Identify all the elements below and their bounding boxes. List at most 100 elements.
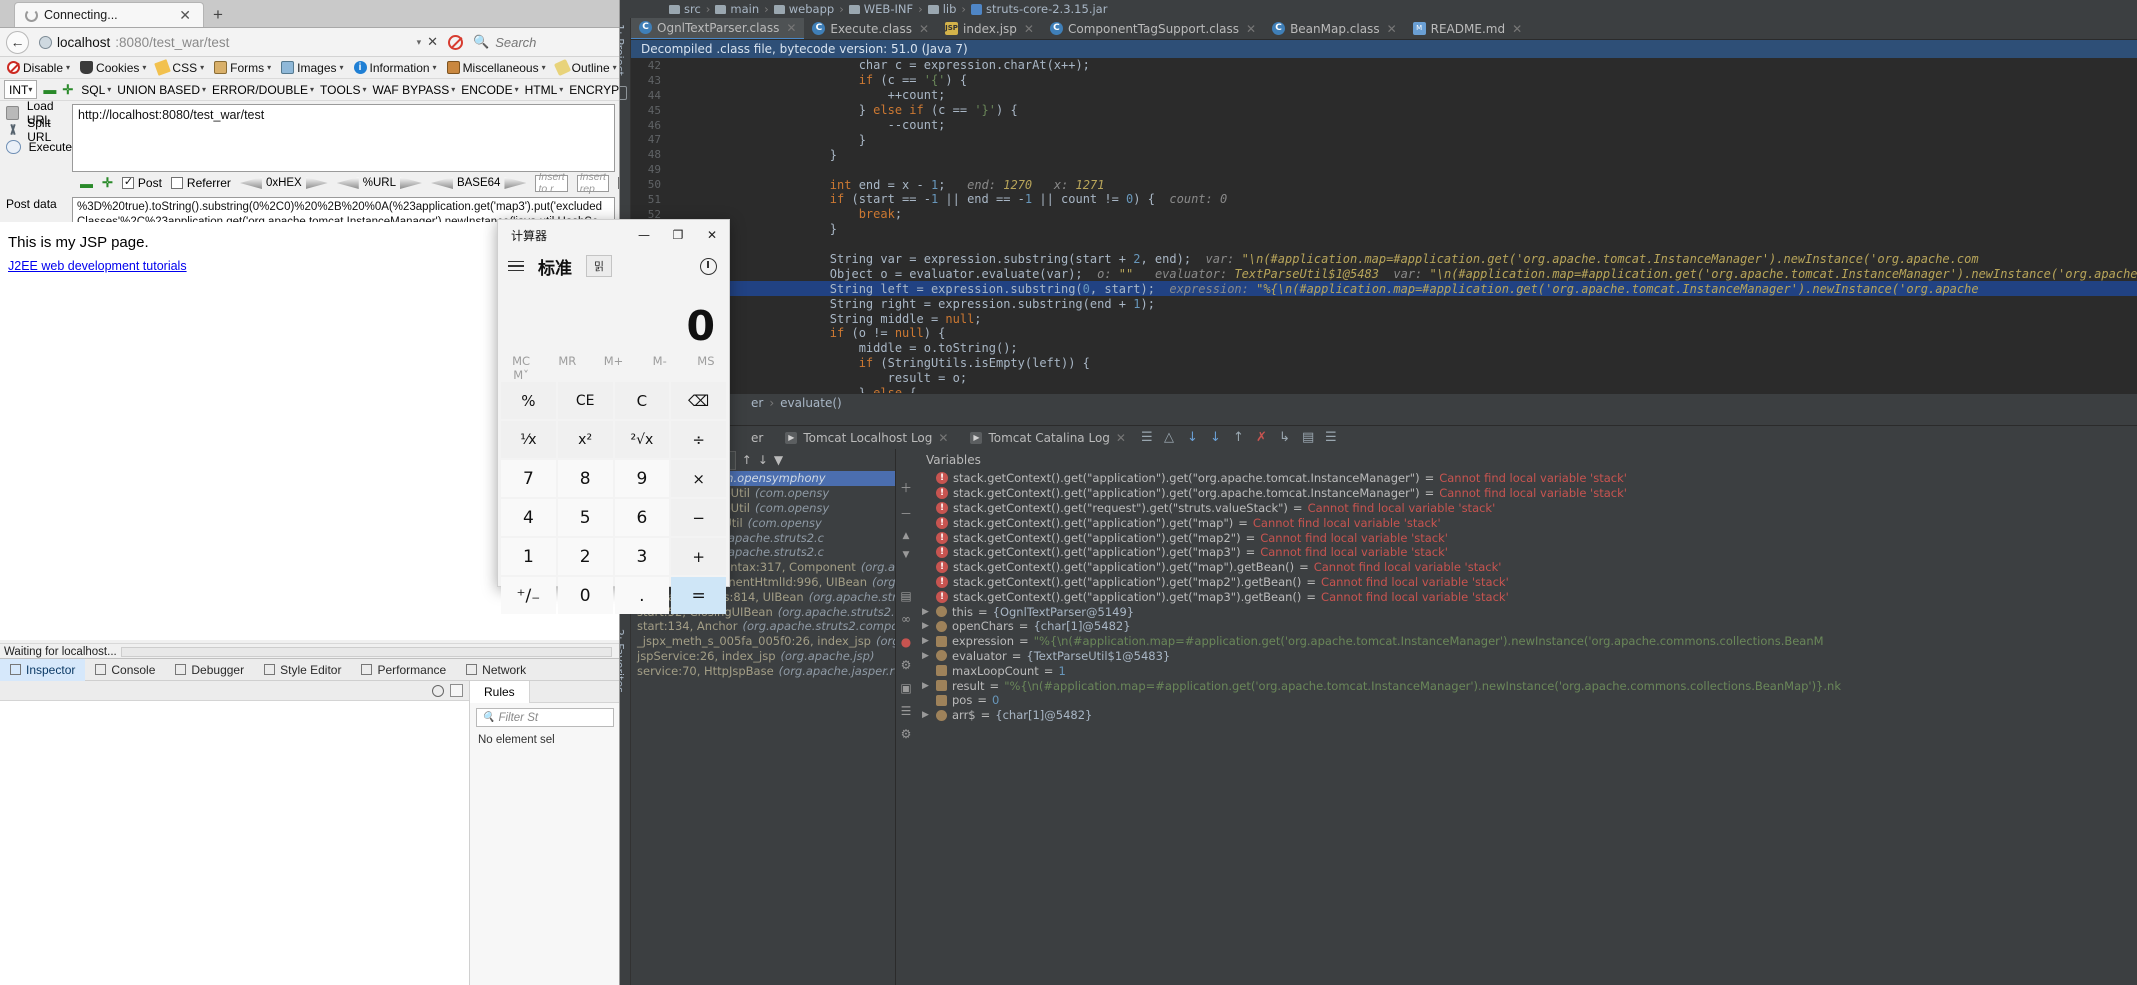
- code-line[interactable]: 48 }: [631, 147, 2137, 162]
- debug-tab-tomcat-localhost-log[interactable]: ▶ Tomcat Localhost Log ✕: [775, 431, 958, 445]
- editor-tab-execute-class[interactable]: C Execute.class ✕: [804, 18, 937, 39]
- editor-tab-beanmap-class[interactable]: C BeanMap.class ✕: [1264, 18, 1405, 39]
- code-line[interactable]: 59 String middle = null;: [631, 311, 2137, 326]
- memory-key-m[interactable]: M˅: [498, 368, 544, 382]
- gear2-icon[interactable]: ⚙: [901, 727, 912, 741]
- hackbar-url-input[interactable]: http://localhost:8080/test_war/test: [72, 104, 615, 172]
- calc-key-4[interactable]: 4: [501, 499, 556, 536]
- hackbar-menu-error-double[interactable]: ERROR/DOUBLE ▾: [210, 83, 316, 97]
- code-line[interactable]: 58 String right = expression.substring(e…: [631, 296, 2137, 311]
- code-line[interactable]: 54: [631, 237, 2137, 252]
- hackbar-toolbar[interactable]: INT ▾ ▬ ✛ SQL ▾ UNION BASED ▾ ERROR/DOUBLE ▾ T…: [0, 79, 619, 101]
- remove-watch-icon[interactable]: －: [900, 505, 912, 522]
- editor-tab-readme-md[interactable]: M README.md ✕: [1405, 18, 1531, 39]
- devtools-tab-performance[interactable]: Performance: [351, 659, 456, 681]
- hackbar-menu-sql[interactable]: SQL ▾: [79, 83, 113, 97]
- variable-row[interactable]: ! stack.getContext().get("request").get("…: [916, 501, 2137, 516]
- project-breadcrumb-item[interactable]: main: [715, 2, 759, 16]
- project-breadcrumb-item[interactable]: lib: [927, 2, 956, 16]
- calc-key-2[interactable]: 2: [557, 538, 613, 575]
- hackbar-menu-union-based[interactable]: UNION BASED ▾: [115, 83, 208, 97]
- calc-key-5[interactable]: 5: [557, 499, 613, 536]
- move-down-icon[interactable]: ▼: [903, 550, 910, 560]
- close-button[interactable]: ✕: [695, 220, 729, 250]
- variable-row[interactable]: ! stack.getContext().get("application").g…: [916, 545, 2137, 560]
- calc-key-x[interactable]: ⅟x: [501, 421, 556, 458]
- close-tab-icon[interactable]: ✕: [1116, 431, 1126, 445]
- memory-key-mc[interactable]: MC: [498, 354, 544, 368]
- expand-arrow-icon[interactable]: ▶: [922, 681, 931, 691]
- settings-icon[interactable]: ⚙: [901, 658, 912, 672]
- frame-row[interactable]: jspService:26, index_jsp (org.apache.jsp): [631, 649, 895, 664]
- memory-badge[interactable]: 밁: [586, 255, 612, 277]
- project-breadcrumb-item[interactable]: src: [669, 2, 701, 16]
- close-tab-icon[interactable]: ✕: [175, 7, 195, 24]
- variable-row[interactable]: pos = 0: [916, 693, 2137, 708]
- variable-row[interactable]: ! stack.getContext().get("application").g…: [916, 515, 2137, 530]
- hex-chip[interactable]: 0xHEX: [239, 177, 328, 189]
- tab-rules[interactable]: Rules: [470, 680, 530, 703]
- frame-row[interactable]: service:70, HttpJspBase (org.apache.jaspe…: [631, 663, 895, 678]
- add-watch-icon[interactable]: ＋: [900, 479, 912, 496]
- debug-toolbar-icon-1[interactable]: △: [1164, 430, 1179, 445]
- hamburger-icon[interactable]: [508, 260, 524, 272]
- editor-tab-bar[interactable]: C OgnlTextParser.class ✕ C Execute.class ✕ JSP…: [631, 18, 2137, 40]
- code-line[interactable]: 50 int end = x - 1; end: 1270 x: 1271: [631, 177, 2137, 192]
- editor-tab-componenttagsupport-class[interactable]: C ComponentTagSupport.class ✕: [1042, 18, 1264, 39]
- search-icon[interactable]: [432, 684, 444, 697]
- variable-row[interactable]: ▶ evaluator = {TextParseUtil$1@5483}: [916, 649, 2137, 664]
- calc-key-x[interactable]: ²√x: [614, 421, 670, 458]
- webdev-menu-images[interactable]: Images ▾: [276, 61, 348, 75]
- breadcrumb-method[interactable]: evaluate(): [780, 396, 842, 410]
- variable-row[interactable]: ! stack.getContext().get("application").g…: [916, 471, 2137, 486]
- browser-tab[interactable]: Connecting... ✕: [14, 2, 204, 27]
- insert-to-input[interactable]: Insert to r: [535, 171, 568, 195]
- rules-filter-input[interactable]: 🔍 Filter St: [476, 708, 614, 727]
- address-bar[interactable]: localhost :8080/test_war/test: [35, 31, 411, 53]
- new-tab-icon[interactable]: +: [204, 5, 232, 27]
- hackbar-menu-encode[interactable]: ENCODE ▾: [459, 83, 520, 97]
- code-line[interactable]: 64 } else {: [631, 386, 2137, 393]
- code-line[interactable]: 45 } else if (c == '}') {: [631, 103, 2137, 118]
- breadcrumb-class[interactable]: er: [751, 396, 763, 410]
- chip-left-arrow-icon[interactable]: [239, 177, 262, 189]
- variable-row[interactable]: ▶ result = "%{\n(#application.map=#applic…: [916, 678, 2137, 693]
- close-tab-icon[interactable]: ✕: [938, 431, 948, 445]
- execute-action[interactable]: Execute: [6, 138, 72, 155]
- move-up-icon[interactable]: ▲: [903, 531, 910, 541]
- calc-key-[interactable]: ×: [671, 460, 726, 497]
- calc-key-[interactable]: +: [671, 538, 726, 575]
- code-line[interactable]: 61 middle = o.toString();: [631, 341, 2137, 356]
- frame-row[interactable]: start:134, Anchor (org.apache.struts2.com…: [631, 619, 895, 634]
- variable-row[interactable]: ! stack.getContext().get("application").g…: [916, 530, 2137, 545]
- hackbar-menu-html[interactable]: HTML ▾: [523, 83, 566, 97]
- debug-toolbar-icon-8[interactable]: ☰: [1325, 430, 1340, 445]
- variable-row[interactable]: ▶ expression = "%{\n(#application.map=#ap…: [916, 634, 2137, 649]
- debug-toolbar-icon-6[interactable]: ↳: [1279, 430, 1294, 445]
- code-line[interactable]: 56 Object o = evaluator.evaluate(var); o…: [631, 266, 2137, 281]
- devtools-tab-bar[interactable]: Inspector Console Debugger Style Editor Perf…: [0, 658, 619, 681]
- variable-row[interactable]: ! stack.getContext().get("application").g…: [916, 589, 2137, 604]
- hackbar-menu-waf-bypass[interactable]: WAF BYPASS ▾: [371, 83, 458, 97]
- close-tab-icon[interactable]: ✕: [786, 21, 796, 35]
- debug-toolbar-icon-4[interactable]: ↑: [1233, 430, 1248, 445]
- memory-key-m[interactable]: M-: [637, 354, 683, 368]
- webdev-menu-outline[interactable]: Outline ▾: [551, 58, 619, 77]
- replace-checkbox[interactable]: Replace: [617, 176, 619, 190]
- maximize-button[interactable]: ❐: [661, 220, 695, 250]
- frame-up-icon[interactable]: ↑: [742, 453, 752, 467]
- debug-toolbar-icon-5[interactable]: ✗: [1256, 430, 1271, 445]
- code-line[interactable]: 47 }: [631, 132, 2137, 147]
- code-line[interactable]: 42 char c = expression.charAt(x++);: [631, 58, 2137, 73]
- chip-right-arrow-icon[interactable]: [305, 177, 328, 189]
- code-line[interactable]: 55 String var = expression.substring(sta…: [631, 252, 2137, 267]
- expand-arrow-icon[interactable]: ▶: [922, 710, 931, 720]
- calc-key-[interactable]: ÷: [671, 421, 726, 458]
- frame-down-icon[interactable]: ↓: [758, 453, 768, 467]
- post-checkbox[interactable]: Post: [121, 175, 162, 190]
- debug-tool-tabs[interactable]: er ▶ Tomcat Localhost Log ✕ ▶ Tomcat Catalina…: [631, 425, 2137, 449]
- webdev-menu-css[interactable]: CSS ▾: [151, 59, 209, 76]
- memory-key-mr[interactable]: MR: [544, 354, 590, 368]
- calc-key-6[interactable]: 6: [614, 499, 670, 536]
- page-link[interactable]: J2EE web development tutorials: [8, 259, 187, 273]
